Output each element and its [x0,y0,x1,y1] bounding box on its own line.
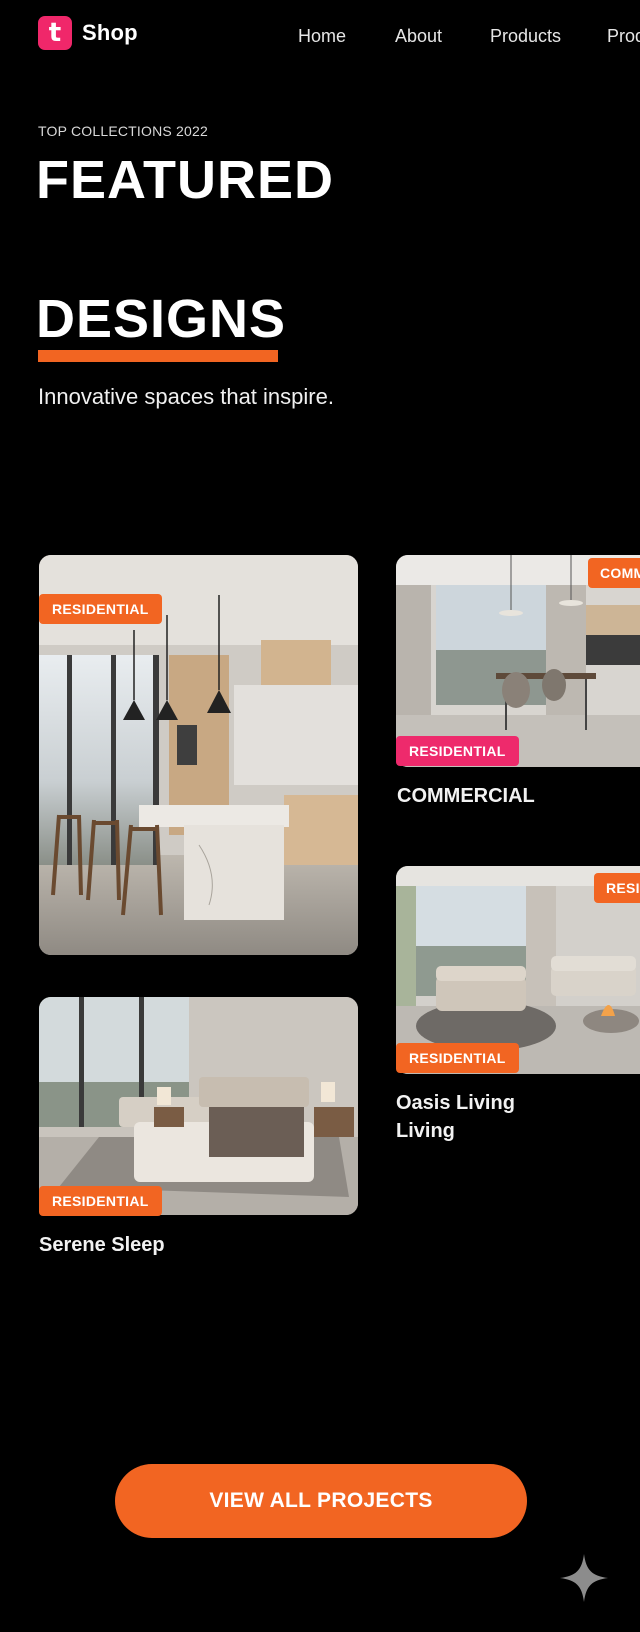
nav-products[interactable]: Products [490,26,561,47]
bedroom-tag: RESIDENTIAL [39,1186,162,1216]
hero-title-designs: DESIGNS [36,289,287,349]
living-card-title-line1: Oasis Living [396,1092,515,1114]
bedroom-card-image[interactable] [39,997,358,1215]
living-card-title[interactable]: Oasis Living Living [396,1089,515,1145]
nav-home[interactable]: Home [298,26,346,47]
living-tag: RESIDENTIAL [396,1043,519,1073]
brand-logo[interactable]: t Shop [38,16,138,50]
living-card-title-line2: Living [396,1120,455,1142]
nav-products-overflow[interactable]: Prod [607,26,640,47]
bedroom-image [39,997,358,1215]
bedroom-card-title[interactable]: Serene Sleep [39,1231,165,1259]
hero-title-featured: FEATURED [36,150,334,210]
hero-tagline: Innovative spaces that inspire. [38,384,334,409]
living-corner-tag: RESIL [594,873,640,903]
logo-icon: t [38,16,72,50]
office-tag: RESIDENTIAL [396,736,519,766]
title-underline [38,350,278,362]
office-card-title[interactable]: COMMERCIAL [397,782,535,810]
nav-about[interactable]: About [395,26,442,47]
office-corner-tag: COMM [588,558,640,588]
brand-name: Shop [82,20,138,45]
hero-eyebrow: TOP COLLECTIONS 2022 [38,123,208,139]
kitchen-tag: RESIDENTIAL [39,594,162,624]
view-all-projects-button[interactable]: VIEW ALL PROJECTS [115,1464,527,1538]
sparkle-icon[interactable] [558,1552,610,1604]
